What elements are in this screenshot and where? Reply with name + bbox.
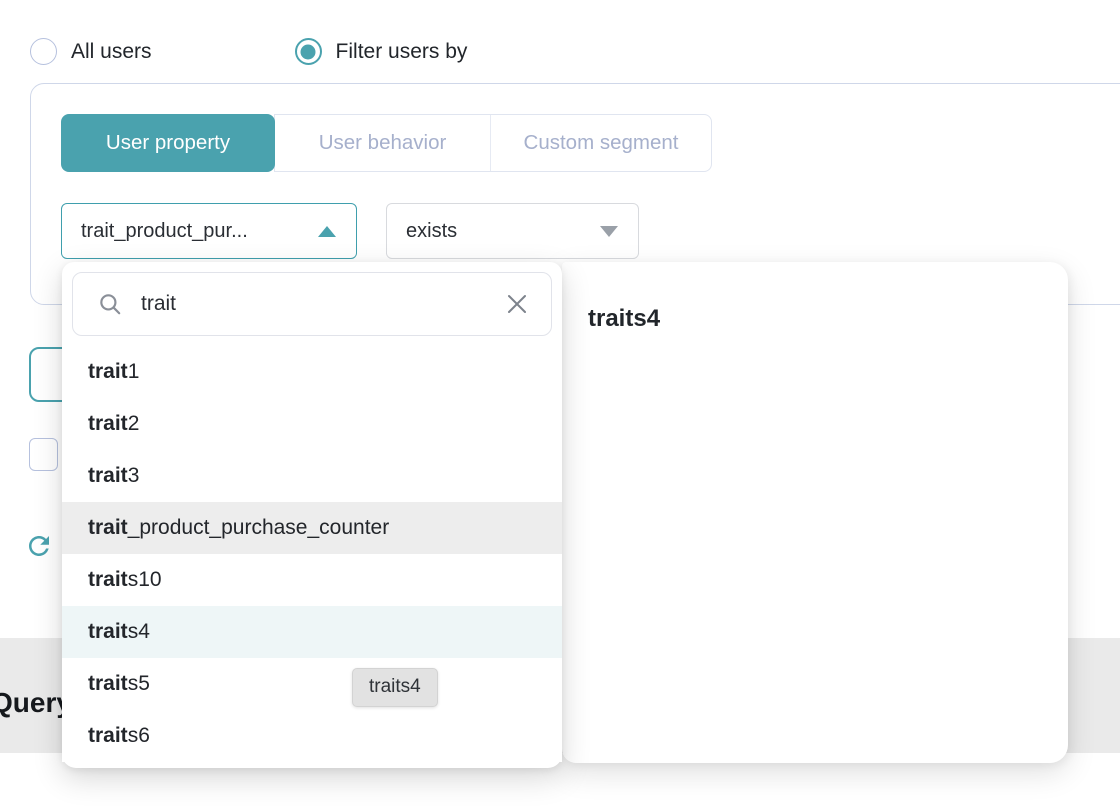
list-item-match: trait xyxy=(88,412,128,436)
inactive-tabs-group: User behavior Custom segment xyxy=(274,114,712,172)
list-item[interactable]: traits6 xyxy=(62,710,562,762)
list-item-rest: s6 xyxy=(128,724,150,748)
tab-user-property[interactable]: User property xyxy=(61,114,275,172)
list-item[interactable]: trait3 xyxy=(62,450,562,502)
user-scope-radio-group: All users Filter users by xyxy=(30,38,467,65)
list-item-rest: 1 xyxy=(128,360,140,384)
filter-type-tabs: User property User behavior Custom segme… xyxy=(61,114,712,172)
tab-user-behavior-label: User behavior xyxy=(319,131,447,155)
tab-user-property-label: User property xyxy=(106,131,230,155)
property-select-value: trait_product_pur... xyxy=(81,220,248,243)
clear-search-icon[interactable] xyxy=(505,292,529,316)
list-item-rest: 2 xyxy=(128,412,140,436)
operator-select-value: exists xyxy=(406,220,457,243)
attribute-detail-flyout: traits4 xyxy=(562,262,1068,763)
operator-select[interactable]: exists xyxy=(386,203,639,259)
refresh-icon[interactable] xyxy=(24,529,54,563)
radio-filter-users-label: Filter users by xyxy=(336,40,468,64)
list-item-match: trait xyxy=(88,620,128,644)
list-item-match: trait xyxy=(88,360,128,384)
chevron-down-icon xyxy=(600,226,618,237)
exclude-users-checkbox[interactable] xyxy=(29,438,58,471)
property-select[interactable]: trait_product_pur... xyxy=(61,203,357,259)
chevron-up-icon xyxy=(318,226,336,237)
radio-filter-users-by[interactable]: Filter users by xyxy=(295,38,468,65)
radio-unselected-icon[interactable] xyxy=(30,38,57,65)
list-item-rest: s10 xyxy=(128,568,162,592)
list-item-rest: _product_purchase_counter xyxy=(128,516,390,540)
list-item[interactable]: trait1 xyxy=(62,346,562,398)
list-item-rest: s5 xyxy=(128,672,150,696)
list-item-rest: 3 xyxy=(128,464,140,488)
attribute-search-box[interactable] xyxy=(72,272,552,336)
list-item-hovered[interactable]: traits4 xyxy=(62,606,562,658)
list-item-match: trait xyxy=(88,568,128,592)
list-item-match: trait xyxy=(88,724,128,748)
radio-all-users[interactable]: All users xyxy=(30,38,152,65)
list-item-match: trait xyxy=(88,464,128,488)
attribute-dropdown-panel: trait1 trait2 trait3 trait_product_purch… xyxy=(62,262,562,768)
list-item[interactable]: traits10 xyxy=(62,554,562,606)
list-item[interactable]: traits5 xyxy=(62,658,562,710)
attribute-list: trait1 trait2 trait3 trait_product_purch… xyxy=(62,346,562,762)
search-icon xyxy=(97,291,123,317)
tab-custom-segment-label: Custom segment xyxy=(524,131,679,155)
tab-user-behavior[interactable]: User behavior xyxy=(275,115,490,171)
list-item-rest: s4 xyxy=(128,620,150,644)
list-item[interactable]: trait2 xyxy=(62,398,562,450)
list-item-match: trait xyxy=(88,516,128,540)
attribute-detail-title: traits4 xyxy=(588,305,660,333)
list-item-selected[interactable]: trait_product_purchase_counter xyxy=(62,502,562,554)
tab-custom-segment[interactable]: Custom segment xyxy=(490,115,711,171)
segment-filter-screen: All users Filter users by User property … xyxy=(0,0,1120,812)
list-item-match: trait xyxy=(88,672,128,696)
attribute-tooltip: traits4 xyxy=(352,668,438,707)
attribute-search-input[interactable] xyxy=(141,292,505,316)
radio-selected-icon[interactable] xyxy=(295,38,322,65)
radio-all-users-label: All users xyxy=(71,40,152,64)
